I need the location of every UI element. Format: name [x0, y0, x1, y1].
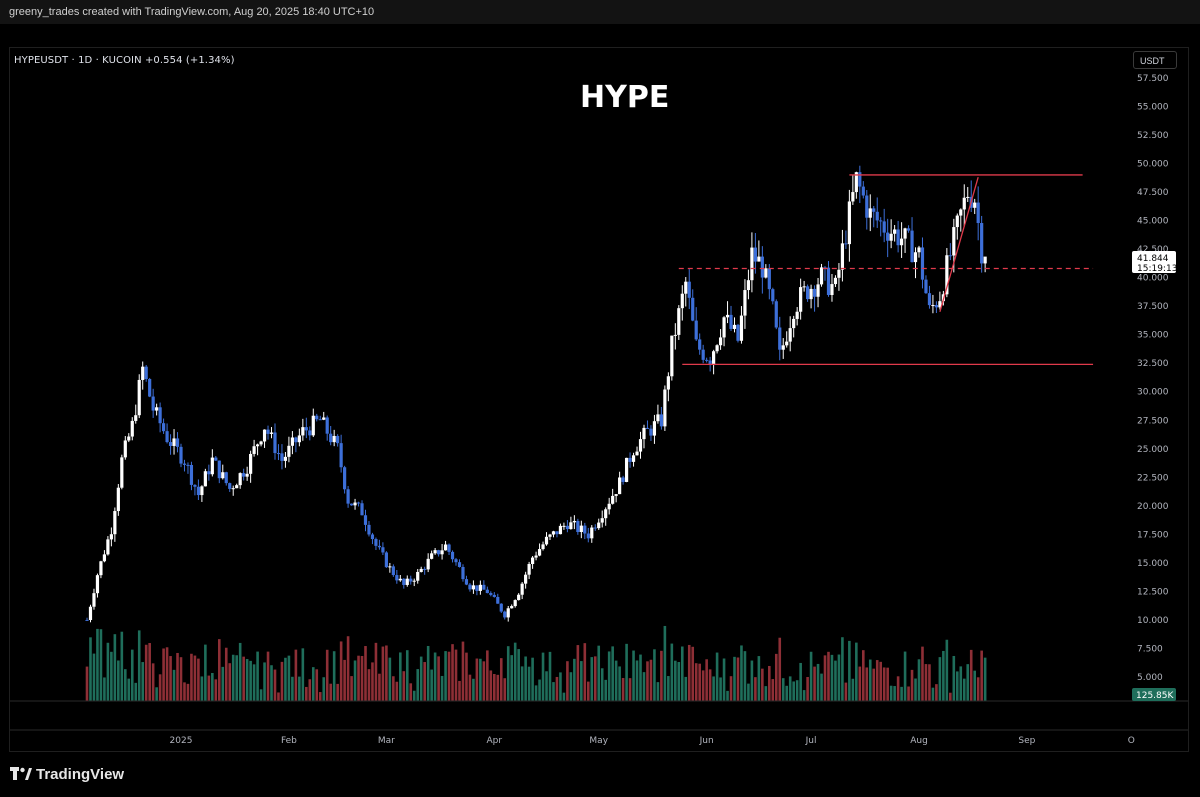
footer-brand[interactable]: TradingView: [10, 762, 124, 786]
brand-name: TradingView: [36, 765, 125, 783]
attribution-text: greeny_trades created with TradingView.c…: [9, 6, 375, 18]
chart-title: HYPE: [580, 80, 670, 115]
currency-button[interactable]: USDT: [1133, 51, 1177, 69]
tradingview-logo-icon: [10, 767, 32, 780]
attribution-bar: greeny_trades created with TradingView.c…: [0, 0, 1200, 24]
chart-frame[interactable]: [9, 47, 1189, 752]
symbol-legend[interactable]: HYPEUSDT · 1D · KUCOIN +0.554 (+1.34%): [14, 55, 235, 66]
